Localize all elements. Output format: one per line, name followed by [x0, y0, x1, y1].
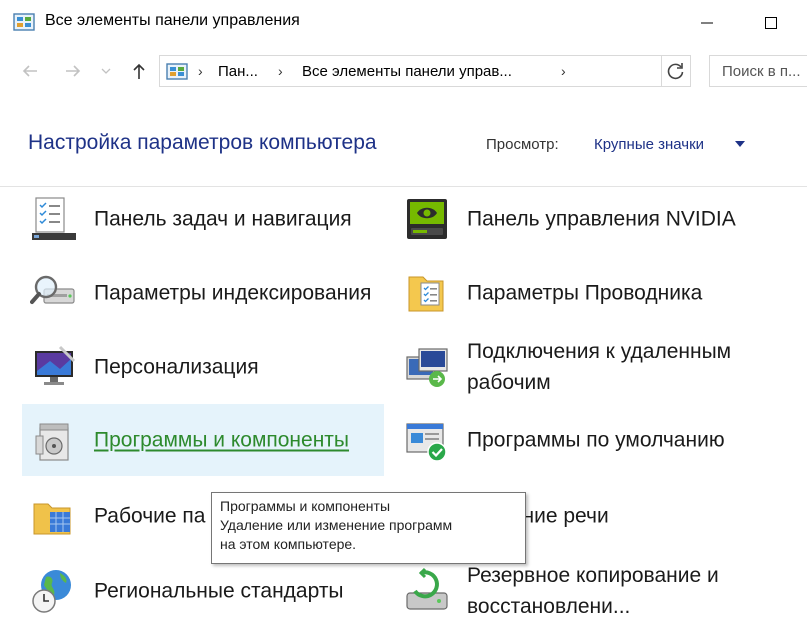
- item-label: Параметры Проводника: [467, 281, 703, 305]
- recent-locations-button[interactable]: [97, 58, 115, 84]
- back-button[interactable]: [17, 58, 43, 84]
- item-remote-connections[interactable]: Подключения к удаленным рабочим: [395, 331, 757, 403]
- item-label: Региональные стандарты: [94, 579, 344, 603]
- minimize-icon: [701, 22, 713, 24]
- remote-desktop-icon: [406, 348, 448, 387]
- item-personalization[interactable]: Персонализация: [22, 331, 384, 403]
- tooltip: Программы и компоненты Удаление или изме…: [211, 492, 526, 564]
- view-label: Просмотр:: [486, 136, 559, 153]
- back-arrow-icon: [22, 65, 37, 77]
- personalization-icon: [35, 345, 76, 385]
- indexing-icon: [30, 275, 75, 304]
- control-panel-icon: [166, 63, 188, 80]
- item-label: Подключения к удаленным рабочим: [467, 340, 732, 394]
- item-indexing-options[interactable]: Параметры индексирования: [22, 257, 384, 329]
- breadcrumb-all-items[interactable]: Все элементы панели управ...: [302, 63, 512, 80]
- maximize-icon: [765, 17, 777, 29]
- address-divider: [661, 56, 662, 86]
- item-programs-features[interactable]: Программы и компоненты: [22, 404, 384, 476]
- item-region[interactable]: Региональные стандарты: [22, 555, 384, 625]
- search-placeholder: Поиск в п...: [722, 63, 801, 80]
- item-nvidia-control-panel[interactable]: Панель управления NVIDIA: [395, 183, 757, 255]
- breadcrumb-control-panel[interactable]: Пан...: [218, 63, 258, 80]
- item-label: Панель управления NVIDIA: [467, 207, 736, 231]
- nvidia-icon: [407, 199, 447, 239]
- item-default-programs[interactable]: Программы по умолчанию: [395, 404, 757, 476]
- work-folders-icon: [33, 503, 71, 535]
- window-title: Все элементы панели управления: [45, 12, 300, 29]
- explorer-options-icon: [408, 276, 444, 312]
- minimize-button[interactable]: [684, 0, 730, 46]
- item-label: Параметры индексирования: [94, 281, 372, 305]
- item-taskbar-navigation[interactable]: Панель задач и навигация: [22, 183, 384, 255]
- item-label: Программы и компоненты: [94, 428, 350, 452]
- title-bar: Все элементы панели управления: [0, 0, 807, 46]
- item-backup-restore[interactable]: Резервное копирование и восстановлени...: [395, 555, 757, 625]
- item-label: Резервное копирование и восстановлени...: [467, 564, 719, 618]
- region-icon: [32, 570, 71, 613]
- item-explorer-options[interactable]: Параметры Проводника: [395, 257, 757, 329]
- forward-arrow-icon: [66, 65, 81, 77]
- refresh-icon[interactable]: [665, 60, 687, 82]
- view-mode-dropdown[interactable]: Крупные значки: [594, 136, 704, 153]
- tooltip-title: Программы и компоненты: [220, 498, 391, 514]
- dropdown-arrow-icon[interactable]: [735, 141, 745, 147]
- item-label: Панель задач и навигация: [94, 207, 352, 231]
- page-title: Настройка параметров компьютера: [28, 131, 377, 154]
- programs-icon: [35, 423, 69, 461]
- tooltip-description-line-1: Удаление или изменение программ: [220, 517, 453, 533]
- forward-button[interactable]: [60, 58, 86, 84]
- search-input[interactable]: Поиск в п...: [709, 55, 807, 87]
- backup-icon: [406, 567, 448, 610]
- item-label: Программы по умолчанию: [467, 428, 725, 452]
- tooltip-description-line-2: на этом компьютере.: [220, 536, 357, 552]
- chevron-down-icon: [101, 68, 111, 74]
- breadcrumb-separator: ›: [561, 63, 566, 79]
- item-label: Персонализация: [94, 355, 259, 379]
- control-panel-icon: [13, 13, 35, 31]
- maximize-button[interactable]: [748, 0, 794, 46]
- taskbar-icon: [32, 197, 76, 240]
- up-button[interactable]: [126, 58, 152, 84]
- address-bar[interactable]: › Пан... › Все элементы панели управ... …: [159, 55, 691, 87]
- default-programs-icon: [406, 423, 447, 462]
- breadcrumb-separator: ›: [278, 63, 283, 79]
- breadcrumb-separator: ›: [198, 63, 203, 79]
- up-arrow-icon: [133, 63, 145, 79]
- navigation-bar: › Пан... › Все элементы панели управ... …: [0, 46, 807, 100]
